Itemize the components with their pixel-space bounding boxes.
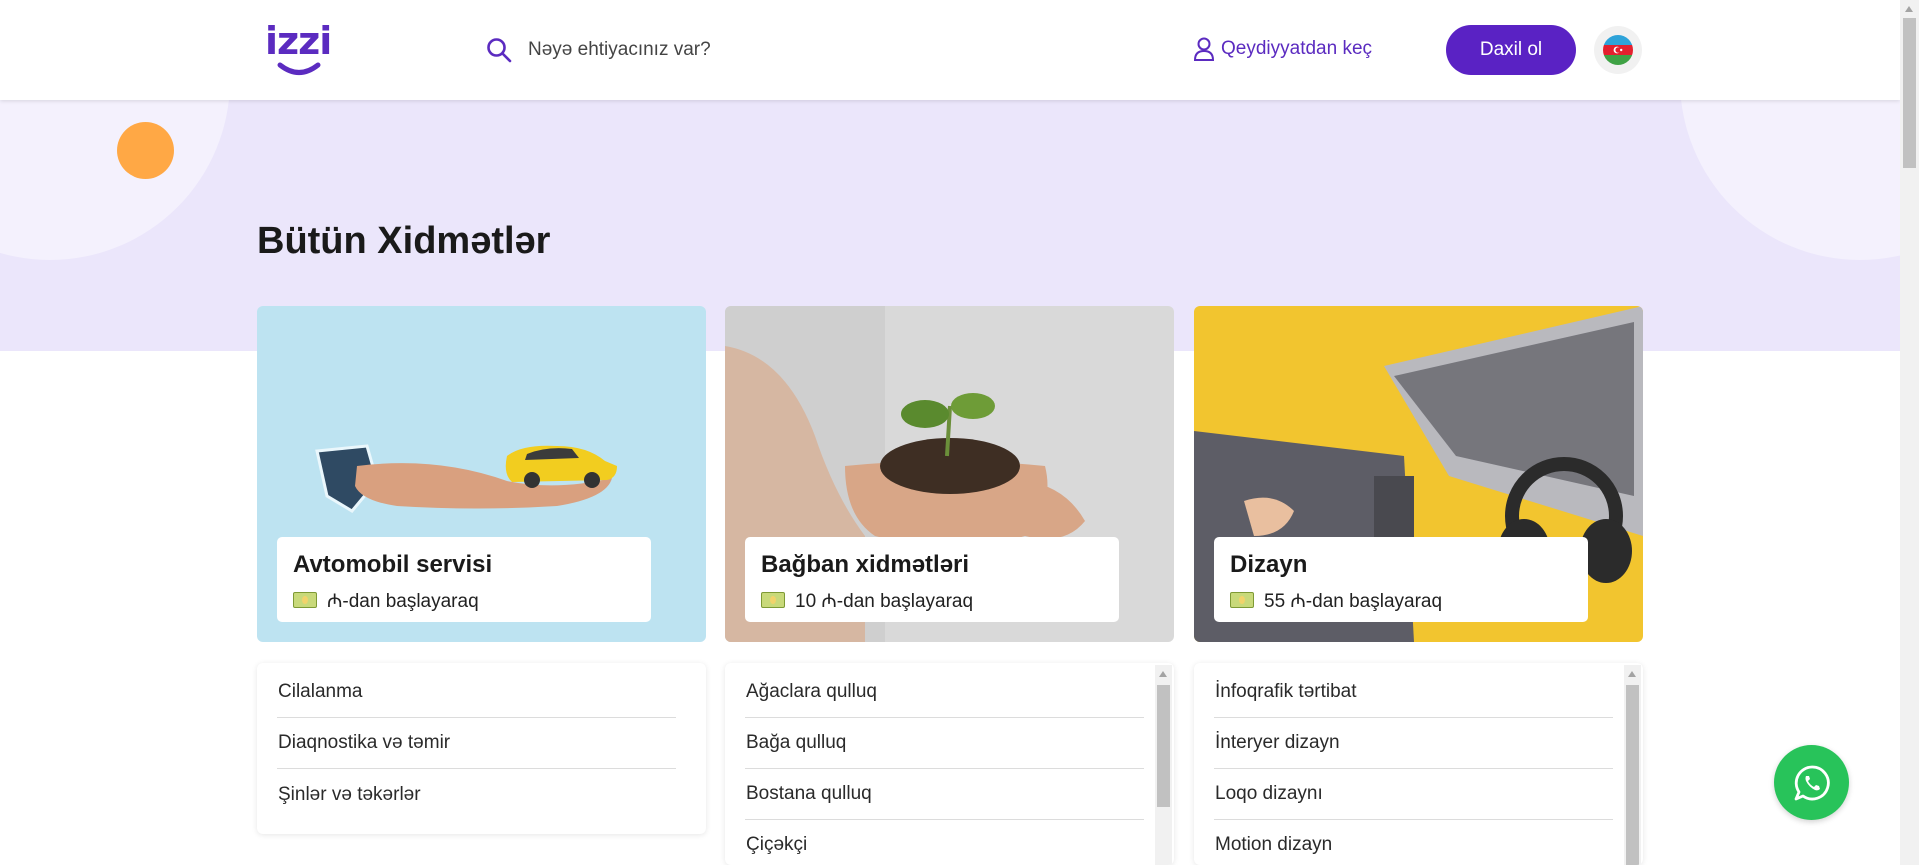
list-item[interactable]: Diaqnostika və təmir [277, 718, 676, 769]
service-card-label: Avtomobil servisi ₼-dan başlayaraq [277, 537, 651, 622]
logo-text: izzi [265, 19, 332, 63]
service-price: 10 ₼-dan başlayaraq [761, 587, 1103, 613]
page-title: Bütün Xidmətlər [257, 220, 551, 262]
subservice-list-auto: Cilalanma Diaqnostika və təmir Şinlər və… [257, 663, 706, 834]
list-item[interactable]: Ağaclara qulluq [745, 667, 1144, 718]
search-icon[interactable] [486, 37, 512, 63]
decor-circle-right [1680, 100, 1900, 260]
price-text: ₼-dan başlayaraq [327, 591, 479, 612]
whatsapp-icon [1794, 765, 1830, 800]
money-icon [761, 592, 785, 608]
list-scrollbar[interactable] [1624, 665, 1641, 865]
service-card-design[interactable]: Dizayn 55 ₼-dan başlayaraq [1194, 306, 1643, 642]
service-card-garden[interactable]: Bağban xidmətləri 10 ₼-dan başlayaraq [725, 306, 1174, 642]
subservice-list-garden: Ağaclara qulluq Bağa qulluq Bostana qull… [725, 663, 1174, 865]
scroll-up-arrow-icon[interactable] [1159, 671, 1167, 677]
logo-smile-icon [277, 62, 321, 75]
site-header: izzi Nəyə ehtiyacınız var? Qeydiyyatdan … [0, 0, 1900, 100]
azerbaijan-flag-icon [1603, 35, 1633, 65]
page-scrollbar[interactable] [1900, 0, 1919, 865]
list-item[interactable]: Çiçəkçi [745, 820, 1144, 865]
user-icon [1193, 37, 1215, 61]
decor-circle-left [0, 100, 230, 260]
scrollbar-thumb[interactable] [1157, 685, 1170, 807]
scroll-up-arrow-icon[interactable] [1905, 6, 1913, 12]
language-selector[interactable] [1594, 26, 1642, 74]
service-price: 55 ₼-dan başlayaraq [1230, 587, 1572, 613]
price-text: 10 ₼-dan başlayaraq [795, 591, 974, 612]
scrollbar-thumb[interactable] [1626, 685, 1639, 865]
service-name: Bağban xidmətləri [761, 551, 970, 578]
subservice-list-design: İnfoqrafik tərtibat İnteryer dizayn Loqo… [1194, 663, 1643, 865]
scroll-up-arrow-icon[interactable] [1628, 671, 1636, 677]
price-text: 55 ₼-dan başlayaraq [1264, 591, 1443, 612]
decor-orange-dot [117, 122, 174, 179]
money-icon [1230, 592, 1254, 608]
list-item[interactable]: Bostana qulluq [745, 769, 1144, 820]
whatsapp-button[interactable] [1774, 745, 1849, 820]
list-item[interactable]: Cilalanma [277, 667, 676, 718]
izzi-logo[interactable]: izzi [265, 19, 332, 78]
list-scrollbar[interactable] [1155, 665, 1172, 865]
service-card-label: Dizayn 55 ₼-dan başlayaraq [1214, 537, 1588, 622]
list-item[interactable]: İnteryer dizayn [1214, 718, 1613, 769]
service-name: Dizayn [1230, 551, 1308, 578]
list-item[interactable]: Bağa qulluq [745, 718, 1144, 769]
search-bar[interactable]: Nəyə ehtiyacınız var? [486, 30, 711, 70]
money-icon [293, 592, 317, 608]
list-item[interactable]: Motion dizayn [1214, 820, 1613, 865]
service-card-auto[interactable]: Avtomobil servisi ₼-dan başlayaraq [257, 306, 706, 642]
list-item[interactable]: Şinlər və təkərlər [277, 769, 676, 820]
login-button[interactable]: Daxil ol [1446, 25, 1576, 75]
register-link[interactable]: Qeydiyyatdan keç [1193, 36, 1372, 62]
register-label: Qeydiyyatdan keç [1221, 38, 1373, 59]
page-scrollbar-thumb[interactable] [1903, 18, 1916, 168]
service-name: Avtomobil servisi [293, 551, 493, 578]
list-item[interactable]: Loqo dizaynı [1214, 769, 1613, 820]
list-item[interactable]: İnfoqrafik tərtibat [1214, 667, 1613, 718]
search-input[interactable]: Nəyə ehtiyacınız var? [528, 39, 711, 61]
service-card-label: Bağban xidmətləri 10 ₼-dan başlayaraq [745, 537, 1119, 622]
service-price: ₼-dan başlayaraq [293, 587, 635, 613]
